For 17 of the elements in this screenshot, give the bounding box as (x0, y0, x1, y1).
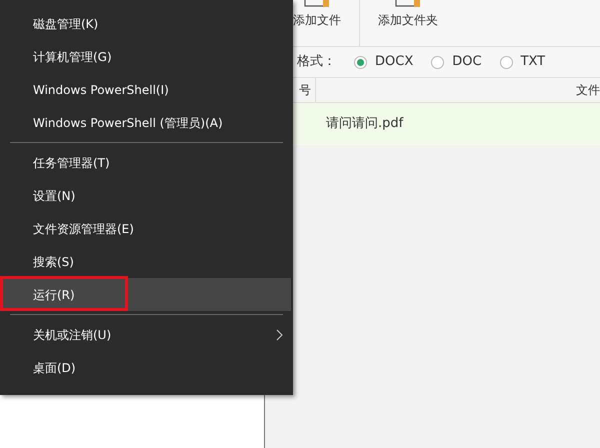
file-name: 请问请问.pdf (326, 115, 404, 134)
menu-item[interactable]: 桌面(D) (0, 351, 293, 384)
menu-item[interactable]: 磁盘管理(K) (0, 7, 293, 40)
menu-item[interactable]: 运行(R) (0, 278, 291, 311)
menu-item[interactable]: 计算机管理(G) (0, 40, 293, 73)
menu-item[interactable]: 关机或注销(U) (0, 318, 293, 351)
format-radio[interactable]: TXT (500, 52, 546, 72)
menu-item[interactable]: 任务管理器(T) (0, 146, 293, 179)
menu-item[interactable]: 搜索(S) (0, 245, 293, 278)
toolbar-button[interactable]: 添加文件夹 (378, 0, 438, 40)
format-radio[interactable]: DOCX (354, 52, 414, 72)
column-header: 文件 (576, 82, 600, 99)
menu-item[interactable]: 文件资源管理器(E) (0, 212, 293, 245)
toolbar-button[interactable]: 添加文件 (293, 0, 341, 40)
menu-item[interactable]: 设置(N) (0, 179, 293, 212)
format-radio[interactable]: DOC (431, 52, 482, 72)
format-label: 格式： (297, 53, 336, 72)
